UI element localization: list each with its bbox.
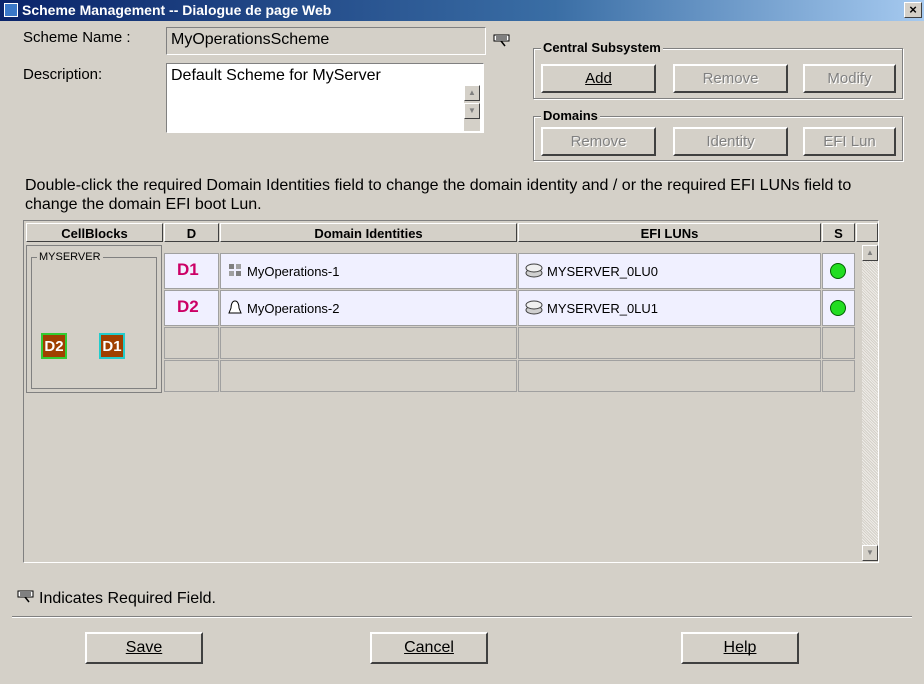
status-ok-icon xyxy=(830,263,846,279)
scheme-name-input[interactable]: MyOperationsScheme xyxy=(166,27,486,55)
domain-remove-label: Remove xyxy=(570,133,627,150)
table-row-1-efi[interactable]: MYSERVER_0LU0 xyxy=(518,253,821,289)
cancel-button-label: Cancel xyxy=(404,639,454,656)
table-row-1-status xyxy=(822,253,855,289)
modify-button[interactable]: Modify xyxy=(803,64,896,93)
instructions-text: Double-click the required Domain Identit… xyxy=(25,177,852,213)
table-row-2-identity[interactable]: MyOperations-2 xyxy=(220,290,517,326)
table-scrollbar[interactable]: ▲ ▼ xyxy=(862,245,878,561)
table-row-4-status xyxy=(822,360,855,392)
close-button[interactable]: × xyxy=(904,2,922,18)
subsystem-remove-button[interactable]: Remove xyxy=(673,64,788,93)
table-row-4-efi[interactable] xyxy=(518,360,821,392)
cellblock-group-label: MYSERVER xyxy=(37,251,103,263)
cancel-button[interactable]: Cancel xyxy=(370,632,488,664)
modify-button-label: Modify xyxy=(827,70,872,87)
subsystem-remove-label: Remove xyxy=(702,70,759,87)
table-row-3-status xyxy=(822,327,855,359)
table-row-4-d[interactable] xyxy=(164,360,219,392)
table-row-1-d[interactable]: D1 xyxy=(164,253,219,289)
domain-remove-button[interactable]: Remove xyxy=(541,127,656,156)
required-field-note: Indicates Required Field. xyxy=(39,590,216,607)
table-row-2-status xyxy=(822,290,855,326)
col-header-blank xyxy=(856,223,878,242)
col-header-efi[interactable]: EFI LUNs xyxy=(518,223,821,242)
status-ok-icon xyxy=(830,300,846,316)
linux-icon xyxy=(228,300,242,314)
table-row-4-identity[interactable] xyxy=(220,360,517,392)
efi-lun-text: MYSERVER_0LU1 xyxy=(547,301,659,316)
domains-table: CellBlocks D Domain Identities EFI LUNs … xyxy=(23,220,879,563)
col-header-cellblocks[interactable]: CellBlocks xyxy=(26,223,163,242)
add-button-label: Add xyxy=(585,70,612,87)
domain-d2-icon: D2 xyxy=(177,297,199,316)
table-row-2-d[interactable]: D2 xyxy=(164,290,219,326)
efi-lun-text: MYSERVER_0LU0 xyxy=(547,264,659,279)
identity-button-label: Identity xyxy=(706,133,755,150)
help-button[interactable]: Help xyxy=(681,632,799,664)
footer-divider xyxy=(12,616,912,618)
identity-button[interactable]: Identity xyxy=(673,127,788,156)
col-header-d[interactable]: D xyxy=(164,223,219,242)
add-button[interactable]: Add xyxy=(541,64,656,93)
description-scrollbar[interactable]: ▲ ▼ xyxy=(464,85,480,131)
scroll-up-icon[interactable]: ▲ xyxy=(862,245,878,261)
cellblocks-panel: MYSERVER D2 D1 xyxy=(26,245,162,393)
identity-text: MyOperations-1 xyxy=(247,264,340,279)
col-header-s[interactable]: S xyxy=(822,223,855,242)
table-row-3-efi[interactable] xyxy=(518,327,821,359)
efi-lun-button-label: EFI Lun xyxy=(823,133,876,150)
help-button-label: Help xyxy=(723,639,757,656)
ie-app-icon xyxy=(4,3,18,17)
col-header-identities[interactable]: Domain Identities xyxy=(220,223,517,242)
title-bar: Scheme Management -- Dialogue de page We… xyxy=(0,0,924,21)
disk-icon xyxy=(525,300,543,315)
save-button[interactable]: Save xyxy=(85,632,203,664)
central-subsystem-title: Central Subsystem xyxy=(541,40,663,55)
window-title: Scheme Management -- Dialogue de page We… xyxy=(22,2,332,18)
required-field-icon xyxy=(17,590,34,603)
table-row-1-identity[interactable]: MyOperations-1 xyxy=(220,253,517,289)
required-field-icon xyxy=(493,34,510,47)
domain-d1-icon: D1 xyxy=(177,260,199,279)
save-button-label: Save xyxy=(125,639,163,656)
domains-title: Domains xyxy=(541,108,600,123)
scroll-down-icon[interactable]: ▼ xyxy=(862,545,878,561)
table-row-2-efi[interactable]: MYSERVER_0LU1 xyxy=(518,290,821,326)
scroll-down-icon[interactable]: ▼ xyxy=(464,103,480,119)
description-textarea[interactable]: Default Scheme for MyServer xyxy=(166,63,484,133)
description-label: Description: xyxy=(23,66,103,83)
cellblock-d1-label: D1 xyxy=(102,338,122,355)
windows-icon xyxy=(229,264,241,276)
table-row-3-d[interactable] xyxy=(164,327,219,359)
identity-text: MyOperations-2 xyxy=(247,301,340,316)
cellblock-d2-label: D2 xyxy=(44,338,64,355)
scheme-name-label: Scheme Name : xyxy=(23,29,131,46)
cellblock-d2-icon[interactable]: D2 xyxy=(41,333,67,359)
cellblock-d1-icon[interactable]: D1 xyxy=(99,333,125,359)
cellblock-frame xyxy=(31,257,157,389)
disk-icon xyxy=(525,263,543,278)
table-row-3-identity[interactable] xyxy=(220,327,517,359)
scroll-up-icon[interactable]: ▲ xyxy=(464,85,480,101)
efi-lun-button[interactable]: EFI Lun xyxy=(803,127,896,156)
description-text: Default Scheme for MyServer xyxy=(171,67,381,84)
